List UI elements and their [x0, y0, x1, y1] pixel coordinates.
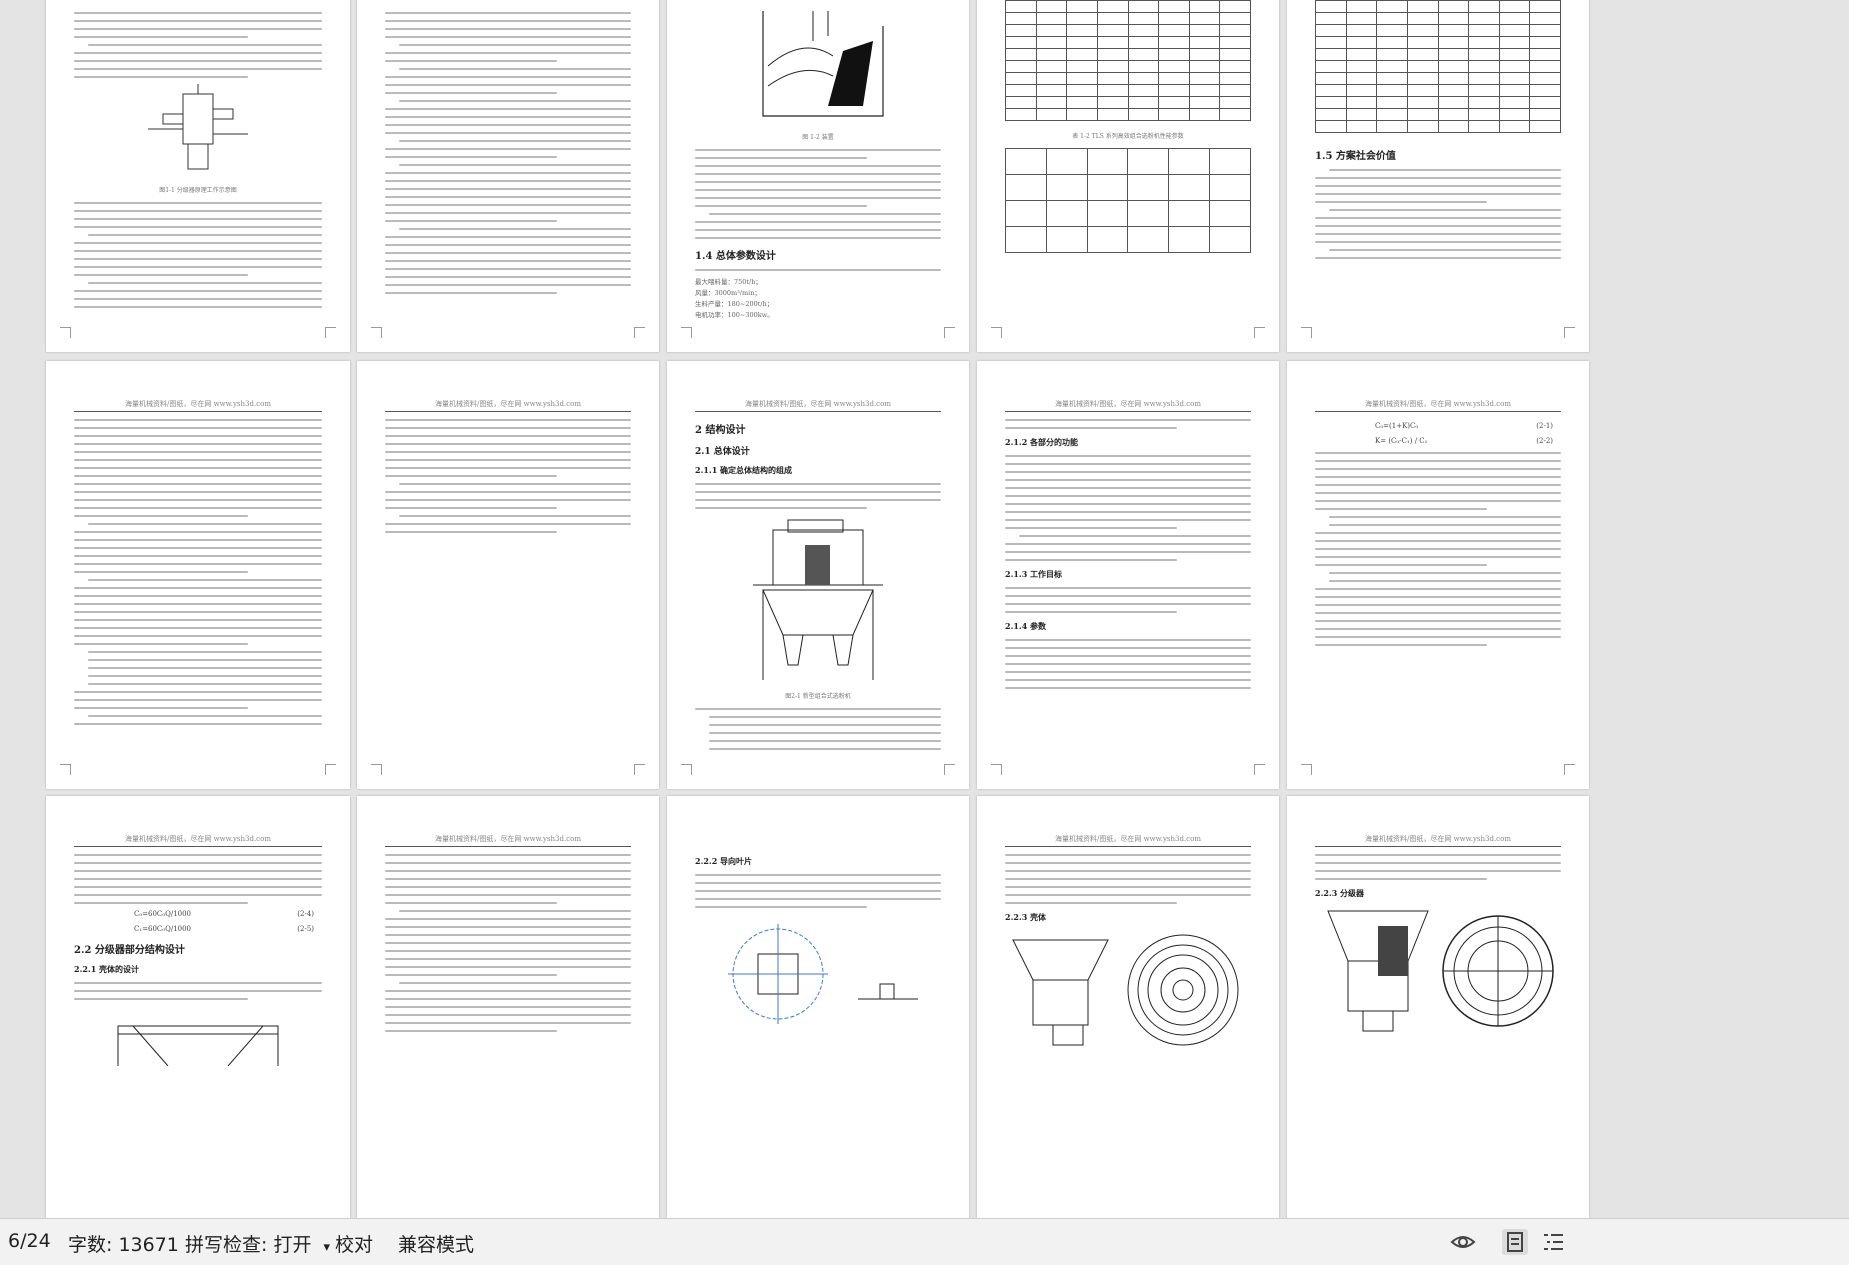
compat-mode-button[interactable]: 兼容模式	[398, 1230, 474, 1257]
formula: C₀=(1+K)C₀ (2-1)	[1375, 422, 1553, 430]
page-thumbnail-13[interactable]: 2.2.2 导向叶片	[667, 796, 969, 1218]
spell-check-toggle[interactable]: 拼写检查: 打开 ▾	[185, 1230, 330, 1257]
section-heading: 2.2.3 分级器	[1315, 888, 1365, 898]
guide-vane-drawing-figure	[728, 924, 918, 1024]
chevron-down-icon: ▾	[323, 1240, 331, 1255]
page-thumbnail-6[interactable]: 海量机械资料/图纸，尽在网 www.ysh3d.com	[46, 361, 350, 789]
section-heading: 2.2.2 导向叶片	[695, 856, 753, 866]
word-count[interactable]: 字数: 13671	[68, 1230, 179, 1257]
figure-caption: 图2-1 新型组合式选粉机	[785, 693, 851, 700]
page-thumbnail-11[interactable]: 海量机械资料/图纸，尽在网 www.ysh3d.com C₀=60C₀Q/100…	[46, 796, 350, 1218]
page-header: 海量机械资料/图纸，尽在网 www.ysh3d.com	[385, 399, 631, 412]
page-thumbnail-8[interactable]: 海量机械资料/图纸，尽在网 www.ysh3d.com 2 结构设计 2.1 总…	[667, 361, 969, 789]
formula: K= (C₀-C₁) / C₁ (2-2)	[1375, 437, 1553, 445]
page-thumbnail-15[interactable]: 海量机械资料/图纸，尽在网 www.ysh3d.com 2.2.3 分级器	[1287, 796, 1589, 1218]
outline-view-icon[interactable]	[1540, 1229, 1566, 1255]
classifier-drawing-figure	[1327, 910, 1554, 1032]
page-indicator[interactable]: 6/24	[8, 1230, 51, 1252]
classifier-diagram-figure	[148, 84, 248, 170]
page-header: 海量机械资料/图纸，尽在网 www.ysh3d.com	[695, 399, 941, 412]
page-header: 海量机械资料/图纸，尽在网 www.ysh3d.com	[1315, 399, 1561, 412]
page-header: 海量机械资料/图纸，尽在网 www.ysh3d.com	[74, 834, 322, 847]
section-heading: 2.1 总体设计	[695, 447, 750, 457]
shell-drawing-figure	[1012, 934, 1239, 1046]
section-heading: 1.4 总体参数设计	[695, 251, 776, 262]
section-heading: 1.5 方案社会价值	[1315, 151, 1396, 162]
page-thumbnail-9[interactable]: 海量机械资料/图纸，尽在网 www.ysh3d.com 2.1.2 各部分的功能…	[977, 361, 1279, 789]
series-table	[1005, 148, 1251, 253]
classifier-assembly-figure	[753, 519, 883, 680]
formula: C₀=60C₀Q/1000 (2-4)	[134, 910, 314, 918]
status-bar: 6/24 字数: 13671 拼写检查: 打开 ▾ 校对 兼容模式	[0, 1218, 1849, 1265]
param-item: 生料产量：180~200t/h；	[695, 300, 774, 308]
formula: C₁=60C₀Q/1000 (2-5)	[134, 925, 314, 933]
figure-caption: 图1-1 分级器原理工作示意图	[159, 187, 237, 194]
section-heading: 2 结构设计	[695, 425, 746, 436]
page-thumbnail-10[interactable]: 海量机械资料/图纸，尽在网 www.ysh3d.com C₀=(1+K)C₀ (2…	[1287, 361, 1589, 789]
page-header: 海量机械资料/图纸，尽在网 www.ysh3d.com	[1005, 834, 1251, 847]
param-item: 最大喂料量：750t/h；	[695, 278, 762, 286]
page-thumbnail-14[interactable]: 海量机械资料/图纸，尽在网 www.ysh3d.com 2.2.3 壳体	[977, 796, 1279, 1218]
param-item: 电机功率：100~300kw。	[695, 311, 774, 319]
page-thumbnail-5[interactable]: 1.5 方案社会价值	[1287, 0, 1589, 352]
proofread-button[interactable]: 校对	[335, 1230, 373, 1257]
page-thumbnail-1[interactable]: 图1-1 分级器原理工作示意图	[46, 0, 350, 352]
page-thumbnail-2[interactable]	[357, 0, 659, 352]
page-thumbnail-7[interactable]: 海量机械资料/图纸，尽在网 www.ysh3d.com	[357, 361, 659, 789]
section-heading: 2.2 分级器部分结构设计	[74, 945, 185, 956]
page-header: 海量机械资料/图纸，尽在网 www.ysh3d.com	[1315, 834, 1561, 847]
page-header: 海量机械资料/图纸，尽在网 www.ysh3d.com	[74, 399, 322, 412]
param-item: 风量：3000m³/min；	[695, 289, 761, 297]
spell-check-label: 拼写检查: 打开	[185, 1234, 312, 1256]
device-sketch-figure	[762, 11, 884, 117]
shell-drawing-figure	[117, 1025, 279, 1066]
figure-caption: 图 1-2 装置	[802, 134, 834, 141]
section-heading: 2.2.1 壳体的设计	[74, 964, 140, 974]
page-thumbnail-4[interactable]: 表 1-2 TLS 系列高效组合选粉机性能参数	[977, 0, 1279, 352]
page-header: 海量机械资料/图纸，尽在网 www.ysh3d.com	[385, 834, 631, 847]
section-heading: 2.1.2 各部分的功能	[1005, 437, 1079, 447]
table-caption: 表 1-2 TLS 系列高效组合选粉机性能参数	[1072, 133, 1184, 140]
section-heading: 2.1.4 参数	[1005, 621, 1047, 631]
section-heading: 2.2.3 壳体	[1005, 912, 1047, 922]
parameter-table	[1315, 0, 1561, 133]
page-thumbnail-12[interactable]: 海量机械资料/图纸，尽在网 www.ysh3d.com	[357, 796, 659, 1218]
parameter-table	[1005, 0, 1251, 121]
document-canvas[interactable]: 图1-1 分级器原理工作示意图 图 1-2 装置 1.4 总体参数设计 最大喂料…	[0, 0, 1849, 1218]
eye-icon[interactable]	[1450, 1229, 1476, 1255]
page-thumbnail-3[interactable]: 图 1-2 装置 1.4 总体参数设计 最大喂料量：750t/h； 风量：300…	[667, 0, 969, 352]
section-heading: 2.1.1 确定总体结构的组成	[695, 465, 793, 475]
page-header: 海量机械资料/图纸，尽在网 www.ysh3d.com	[1005, 399, 1251, 412]
section-heading: 2.1.3 工作目标	[1005, 569, 1063, 579]
page-view-icon[interactable]	[1502, 1229, 1528, 1255]
